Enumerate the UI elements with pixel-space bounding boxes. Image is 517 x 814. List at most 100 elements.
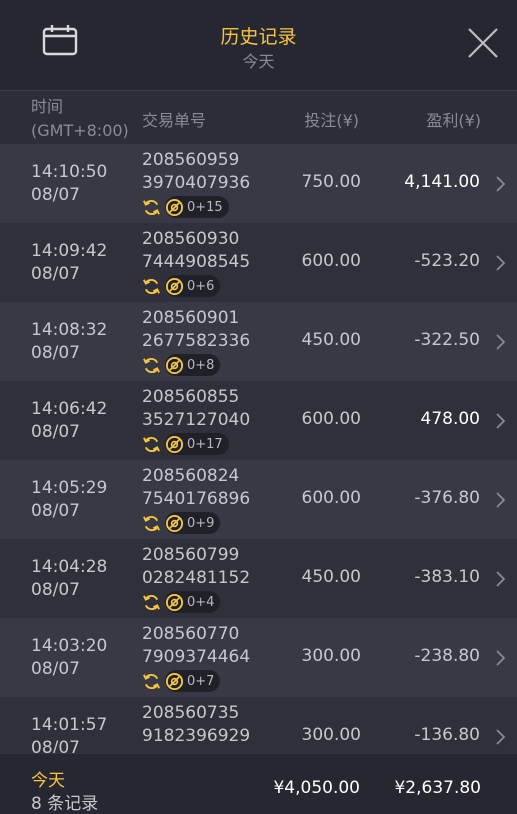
chevron-right-icon [496,176,506,192]
row-badges: 0+8 [142,354,221,376]
row-profit: 4,141.00 [404,172,480,192]
row-order-number: 208560930 7444908545 [142,228,250,274]
row-date: 08/07 [31,501,80,521]
row-order-part2: 7444908545 [142,252,251,272]
row-datetime: 14:10:50 08/07 [31,161,107,207]
refresh-icon [143,199,160,215]
bonus-badge-text: 0+9 [187,515,215,531]
row-profit: -383.10 [414,567,480,587]
row-bet: 300.00 [301,646,361,666]
row-badges: 0+7 [142,670,221,692]
row-profit: -376.80 [414,488,480,508]
column-time: 时间 (GMT+8:00) [31,95,129,143]
column-timezone-label: (GMT+8:00) [31,121,129,140]
row-profit: -136.80 [414,725,480,745]
row-order-number: 208560959 3970407936 [142,149,250,195]
row-bet: 600.00 [301,409,361,429]
row-profit: -322.50 [414,330,480,350]
history-row[interactable]: 14:06:42 08/07 208560855 3527127040 0+17 600.… [0,381,517,460]
column-bet: 投注(¥) [304,111,359,130]
bonus-badge-text: 0+17 [187,436,223,452]
refresh-icon [143,594,160,610]
history-row[interactable]: 14:03:20 08/07 208560770 7909374464 0+7 300.0… [0,618,517,697]
row-badges: 0+4 [142,591,221,613]
row-bet: 750.00 [301,172,361,192]
close-icon[interactable] [466,26,500,60]
row-order-part1: 208560901 [142,308,240,328]
row-profit: -523.20 [414,251,480,271]
summary-period: 今天 [31,771,65,791]
column-time-label: 时间 [31,97,64,116]
bonus-icon [165,514,184,532]
row-date: 08/07 [31,659,80,679]
chevron-right-icon [496,729,506,745]
refresh-icon [143,515,160,531]
row-profit: -238.80 [414,646,480,666]
bonus-badge-text: 0+8 [187,357,215,373]
row-datetime: 14:04:28 08/07 [31,556,107,602]
row-datetime: 14:06:42 08/07 [31,398,107,444]
bonus-badge-text: 0+4 [187,594,215,610]
row-time: 14:08:32 [31,320,108,340]
column-order: 交易单号 [142,111,207,130]
row-order-number: 208560735 9182396929 [142,702,250,748]
summary-total-bet: ¥4,050.00 [273,778,360,798]
refresh-icon [143,673,160,689]
bonus-badge: 0+6 [165,275,221,297]
chevron-right-icon [496,492,506,508]
row-order-number: 208560901 2677582336 [142,307,250,353]
row-order-part2: 2677582336 [142,331,251,351]
history-row[interactable]: 14:09:42 08/07 208560930 7444908545 0+6 600.0… [0,223,517,302]
bonus-icon [165,593,184,611]
row-date: 08/07 [31,185,80,205]
row-time: 14:03:20 [31,636,108,656]
row-order-part1: 208560824 [142,466,240,486]
date-filter-label: 今天 [242,52,275,71]
row-date: 08/07 [31,422,80,442]
row-order-part1: 208560959 [142,150,240,170]
row-bet: 450.00 [301,330,361,350]
row-datetime: 14:09:42 08/07 [31,240,107,286]
row-order-part1: 208560770 [142,624,240,644]
row-datetime: 14:03:20 08/07 [31,635,107,681]
history-row[interactable]: 14:04:28 08/07 208560799 0282481152 0+4 450.0… [0,539,517,618]
history-list[interactable]: 14:10:50 08/07 208560959 3970407936 0+15 750.… [0,144,517,753]
chevron-right-icon [496,334,506,350]
history-row[interactable]: 14:05:29 08/07 208560824 7540176896 0+9 600.0… [0,460,517,539]
row-badges: 0+6 [142,275,221,297]
summary-footer: 今天 8 条记录 ¥4,050.00 ¥2,637.80 [0,753,517,814]
row-order-part2: 3970407936 [142,173,251,193]
row-order-part2: 3527127040 [142,410,251,430]
chevron-right-icon [496,413,506,429]
bonus-badge-text: 0+7 [187,673,215,689]
page-title: 历史记录 [220,26,297,48]
row-badges: 0+9 [142,512,221,534]
bonus-badge: 0+4 [165,591,221,613]
history-row[interactable]: 14:08:32 08/07 208560901 2677582336 0+8 450.0… [0,302,517,381]
row-order-number: 208560824 7540176896 [142,465,250,511]
chevron-right-icon [496,571,506,587]
bonus-icon [165,277,184,295]
bonus-badge: 0+9 [165,512,221,534]
row-order-part1: 208560799 [142,545,240,565]
bonus-icon [165,198,184,216]
row-order-number: 208560799 0282481152 [142,544,250,590]
row-time: 14:09:42 [31,241,108,261]
bonus-badge: 0+7 [165,670,221,692]
row-order-number: 208560770 7909374464 [142,623,250,669]
history-row[interactable]: 14:10:50 08/07 208560959 3970407936 0+15 750.… [0,144,517,223]
history-row[interactable]: 14:01:57 08/07 208560735 9182396929 300.00 -1… [0,697,517,753]
row-time: 14:05:29 [31,478,108,498]
row-datetime: 14:08:32 08/07 [31,319,107,365]
header: 历史记录 今天 [0,0,517,90]
row-bet: 300.00 [301,725,361,745]
row-order-part2: 9182396929 [142,726,251,746]
bonus-badge-text: 0+15 [187,199,223,215]
row-date: 08/07 [31,264,80,284]
row-time: 14:01:57 [31,715,108,735]
column-profit: 盈利(¥) [426,111,481,130]
bonus-icon [165,435,184,453]
row-datetime: 14:05:29 08/07 [31,477,107,523]
row-order-part2: 7909374464 [142,647,251,667]
column-header: 时间 (GMT+8:00) 交易单号 投注(¥) 盈利(¥) [0,90,517,144]
